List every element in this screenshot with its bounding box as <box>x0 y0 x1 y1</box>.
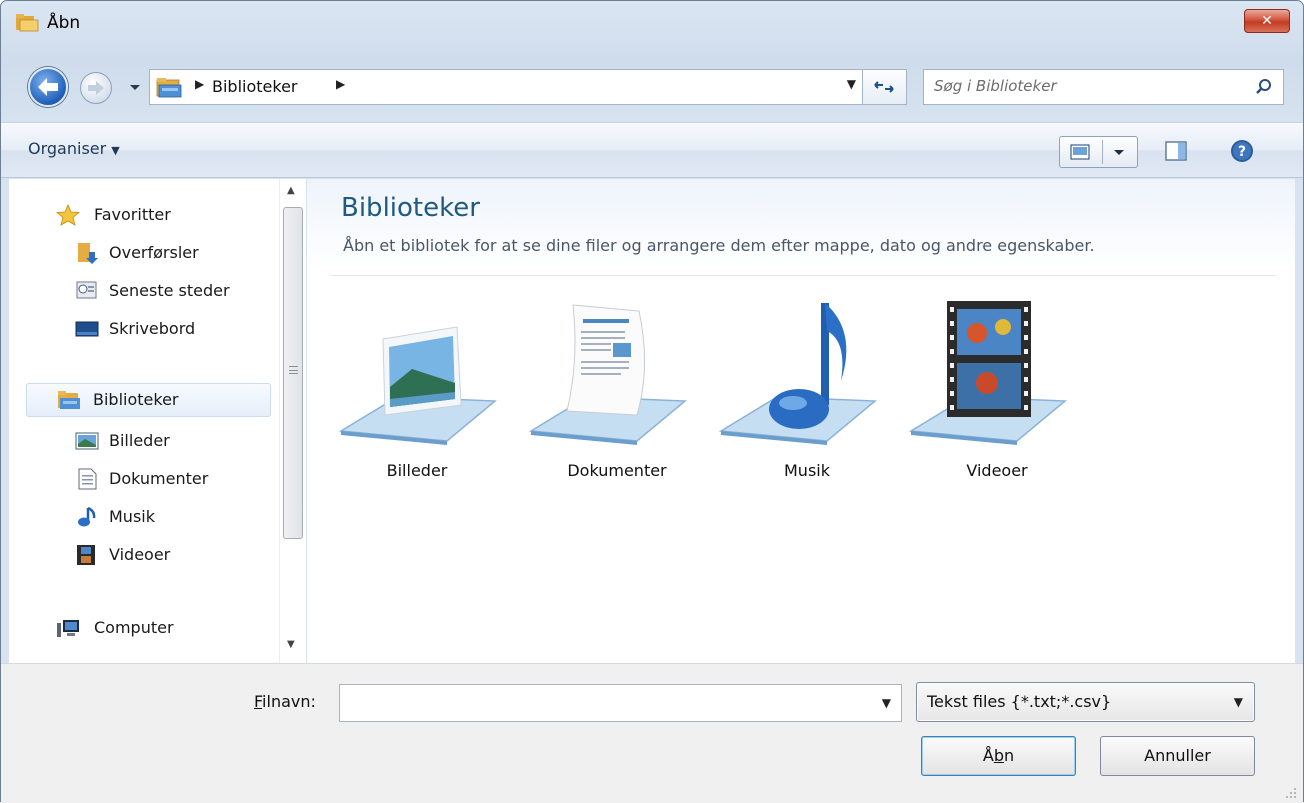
nav-music-label: Musik <box>109 507 155 526</box>
library-label: Musik <box>784 461 830 480</box>
nav-recent-places-label: Seneste steder <box>109 281 230 300</box>
nav-downloads[interactable]: Overførsler <box>75 237 265 269</box>
star-icon <box>56 204 80 226</box>
library-tile-videos[interactable]: Videoer <box>907 297 1087 497</box>
downloads-icon <box>78 243 98 264</box>
change-view-button[interactable] <box>1059 136 1138 168</box>
address-row: ▶ Biblioteker ▶ ▼ Søg i Biblioteker <box>1 63 1303 115</box>
filename-label: Filnavn: <box>254 692 316 711</box>
open-button[interactable]: Åbn <box>921 736 1076 776</box>
preview-pane-icon[interactable] <box>1165 141 1187 161</box>
breadcrumb-arrow-icon[interactable]: ▶ <box>195 77 204 91</box>
page-title: Biblioteker <box>341 193 480 223</box>
nav-documents[interactable]: Dokumenter <box>75 463 265 495</box>
nav-desktop-label: Skrivebord <box>109 319 196 338</box>
view-icon <box>1070 144 1090 160</box>
file-type-value: Tekst files {*.txt;*.csv} <box>927 692 1112 711</box>
library-label: Billeder <box>386 461 448 480</box>
recent-places-icon <box>76 281 97 299</box>
command-bar: Organiser ▼ ? <box>1 122 1303 178</box>
recent-pages-dropdown-icon[interactable] <box>128 80 142 94</box>
page-description: Åbn et bibliotek for at se dine filer og… <box>343 236 1095 255</box>
breadcrumb-libraries[interactable]: Biblioteker <box>212 77 298 96</box>
chevron-down-icon[interactable]: ▼ <box>882 696 891 710</box>
breadcrumb-arrow-icon[interactable]: ▶ <box>336 77 345 91</box>
forward-button[interactable] <box>80 72 112 104</box>
file-type-select[interactable]: Tekst files {*.txt;*.csv} ▼ <box>916 682 1255 722</box>
scroll-down-icon[interactable]: ▼ <box>287 639 295 650</box>
svg-text:?: ? <box>1238 144 1246 160</box>
library-tile-music[interactable]: Musik <box>717 297 897 497</box>
documents-icon <box>78 468 97 490</box>
search-placeholder: Søg i Biblioteker <box>934 77 1057 95</box>
arrow-left-icon <box>38 78 58 96</box>
nav-pictures-label: Billeder <box>109 431 170 450</box>
nav-libraries[interactable]: Biblioteker <box>26 383 271 417</box>
nav-documents-label: Dokumenter <box>109 469 209 488</box>
nav-favorites[interactable]: Favoritter <box>56 199 266 231</box>
library-label: Dokumenter <box>567 461 667 480</box>
search-icon[interactable] <box>1255 78 1273 96</box>
nav-music[interactable]: Musik <box>75 501 265 533</box>
scroll-up-icon[interactable]: ▲ <box>287 185 295 196</box>
title-bar: Åbn ✕ <box>1 1 1303 47</box>
chevron-down-icon: ▼ <box>1233 695 1243 709</box>
nav-desktop[interactable]: Skrivebord <box>75 313 265 345</box>
refresh-button[interactable] <box>862 69 907 105</box>
libraries-folder-icon <box>156 78 182 98</box>
nav-downloads-label: Overførsler <box>109 243 199 262</box>
window-title: Åbn <box>47 13 81 33</box>
library-label: Videoer <box>966 461 1028 480</box>
videos-library-icon <box>908 301 1067 445</box>
nav-libraries-label: Biblioteker <box>93 390 179 409</box>
nav-favorites-label: Favoritter <box>94 205 171 224</box>
chevron-down-icon: ▼ <box>111 144 120 157</box>
view-divider <box>1102 140 1103 164</box>
back-button[interactable] <box>28 67 68 107</box>
scroll-thumb[interactable] <box>283 207 303 539</box>
nav-computer[interactable]: Computer <box>56 612 266 644</box>
nav-videos-label: Videoer <box>109 545 171 564</box>
pictures-library-icon <box>338 326 497 445</box>
content-pane: Biblioteker Åbn et bibliotek for at se d… <box>307 179 1295 663</box>
music-library-icon <box>718 303 877 445</box>
organise-menu[interactable]: Organiser ▼ <box>28 139 120 158</box>
library-tile-pictures[interactable]: Billeder <box>327 297 507 497</box>
folder-open-icon <box>16 14 39 32</box>
pictures-icon <box>75 432 99 450</box>
navigation-pane: Favoritter Overførsler Seneste steder Sk… <box>9 179 306 663</box>
open-dialog: Åbn ✕ ▶ Biblioteker ▶ ▼ Søg i Biblioteke… <box>0 0 1304 803</box>
grip-icon <box>289 366 298 374</box>
videos-icon <box>77 545 95 565</box>
music-icon <box>78 506 96 527</box>
desktop-icon <box>75 321 99 337</box>
computer-icon <box>57 620 79 637</box>
help-icon[interactable]: ? <box>1230 139 1254 163</box>
nav-pictures[interactable]: Billeder <box>75 425 265 457</box>
search-input[interactable]: Søg i Biblioteker <box>923 69 1284 105</box>
chevron-down-icon[interactable] <box>1104 137 1136 167</box>
library-tile-documents[interactable]: Dokumenter <box>527 297 707 497</box>
resize-grip-icon[interactable] <box>1285 787 1297 799</box>
libraries-icon <box>58 391 80 409</box>
cancel-button[interactable]: Annuller <box>1100 736 1255 776</box>
close-button[interactable]: ✕ <box>1244 9 1290 33</box>
dialog-footer: Filnavn: ▼ Tekst files {*.txt;*.csv} ▼ Å… <box>1 663 1303 803</box>
arrow-right-icon <box>88 81 104 95</box>
address-dropdown-icon[interactable]: ▼ <box>847 77 856 91</box>
documents-library-icon <box>528 304 687 445</box>
nav-computer-label: Computer <box>94 618 174 637</box>
nav-scrollbar[interactable]: ▲ ▼ <box>279 179 305 663</box>
divider <box>331 275 1275 276</box>
refresh-icon <box>874 81 894 93</box>
nav-videos[interactable]: Videoer <box>75 539 265 571</box>
nav-recent-places[interactable]: Seneste steder <box>75 275 265 307</box>
filename-input[interactable]: ▼ <box>339 684 902 722</box>
address-bar[interactable]: ▶ Biblioteker ▶ ▼ <box>149 69 862 105</box>
